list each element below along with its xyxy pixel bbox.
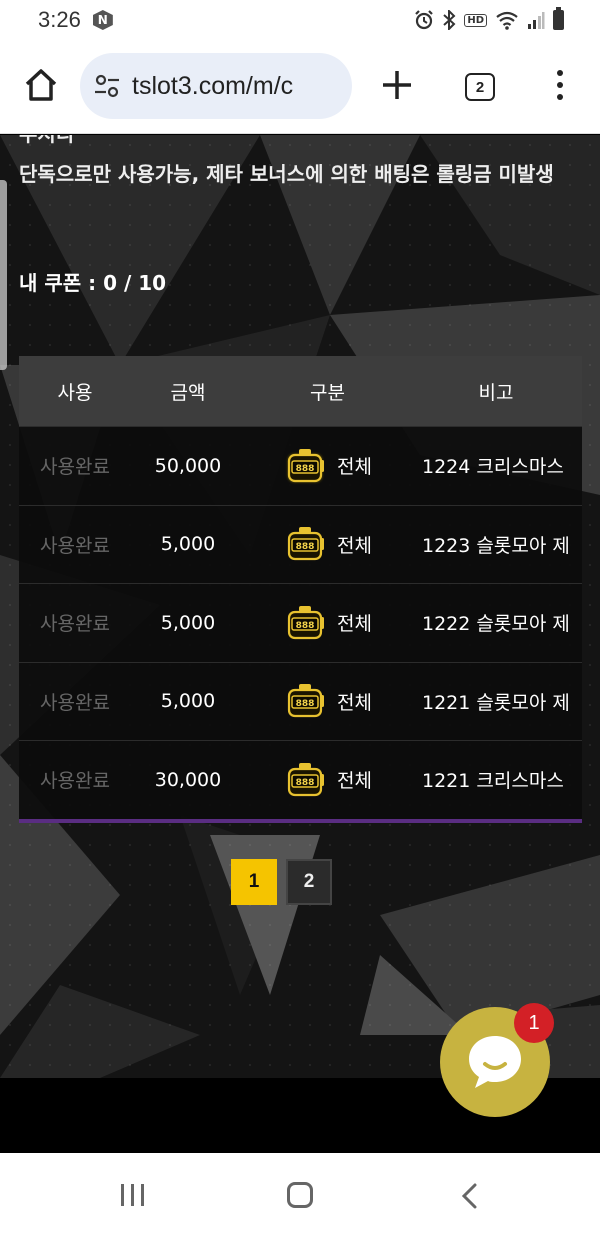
coupon-table: 사용 금액 구분 비고 사용완료 50,000 888 전체 1224 크리스마… (19, 356, 582, 823)
hd-voice-icon: HD (464, 13, 487, 27)
slot-machine-icon: 888 (287, 684, 325, 718)
table-header: 사용 금액 구분 비고 (19, 356, 582, 426)
battery-icon (553, 7, 564, 30)
type-label: 전체 (337, 613, 372, 636)
table-row: 사용완료 5,000 888 전체 1221 슬롯모아 제 (19, 661, 582, 740)
type-label: 전체 (337, 770, 372, 793)
amount-cell: 30,000 (154, 768, 222, 791)
status-cell: 사용완료 (40, 534, 110, 557)
note-cell: 1221 슬롯모아 제 (422, 691, 570, 714)
slot-machine-icon: 888 (287, 527, 325, 561)
status-cell: 사용완료 (40, 770, 110, 793)
wifi-icon (496, 11, 518, 30)
address-bar[interactable]: tslot3.com/m/c (80, 53, 352, 119)
table-bottom-border (19, 818, 582, 823)
svg-text:888: 888 (296, 778, 315, 788)
more-vert-icon[interactable] (549, 68, 571, 102)
coupon-count: 내 쿠폰 : 0 / 10 (19, 271, 167, 295)
note-cell: 1223 슬롯모아 제 (422, 534, 570, 557)
status-cell: 사용완료 (40, 613, 110, 636)
type-cell: 888 전체 (245, 603, 410, 643)
table-row: 사용완료 50,000 888 전체 1224 크리스마스 (19, 426, 582, 505)
table-row: 사용완료 30,000 888 전체 1221 크리스마스 (19, 740, 582, 819)
recents-icon[interactable] (121, 1184, 144, 1206)
status-icons: HD (414, 7, 564, 30)
note-cell: 1222 슬롯모아 제 (422, 613, 570, 636)
coupon-description: 단독으로만 사용가능, 제타 보너스에 의한 배팅은 롤링금 미발생 (19, 162, 554, 186)
cut-off-text: 주지디 (19, 135, 74, 149)
url-text[interactable]: tslot3.com/m/c (132, 72, 293, 101)
tune-icon[interactable] (92, 71, 122, 101)
chat-icon[interactable] (463, 1030, 527, 1094)
status-cell: 사용완료 (40, 691, 110, 714)
amount-cell: 50,000 (154, 454, 222, 477)
amount-cell: 5,000 (160, 533, 216, 556)
notification-n-icon: N (92, 10, 113, 30)
system-nav-bar (0, 1153, 600, 1233)
type-cell: 888 전체 (245, 681, 410, 721)
type-cell: 888 전체 (245, 760, 410, 800)
home-icon[interactable] (22, 66, 60, 104)
type-label: 전체 (337, 456, 372, 479)
status-bar: 3:26 N HD (0, 0, 600, 40)
scroll-indicator[interactable] (0, 180, 7, 370)
table-row: 사용완료 5,000 888 전체 1223 슬롯모아 제 (19, 504, 582, 583)
signal-icon (528, 12, 545, 29)
table-row: 사용완료 5,000 888 전체 1222 슬롯모아 제 (19, 583, 582, 662)
svg-text:888: 888 (296, 621, 315, 631)
type-label: 전체 (337, 691, 372, 714)
tabs-icon[interactable]: 2 (465, 73, 495, 101)
bluetooth-icon (443, 10, 456, 30)
slot-machine-icon: 888 (287, 605, 325, 639)
slot-machine-icon: 888 (287, 762, 325, 796)
type-cell: 888 전체 (245, 446, 410, 486)
type-label: 전체 (337, 534, 372, 557)
page-button-1[interactable]: 1 (231, 859, 277, 905)
type-cell: 888 전체 (245, 524, 410, 564)
svg-text:888: 888 (296, 542, 315, 552)
note-cell: 1224 크리스마스 (422, 456, 564, 479)
nav-home-icon[interactable] (287, 1182, 313, 1208)
svg-text:888: 888 (296, 464, 315, 474)
plus-icon[interactable] (380, 68, 414, 102)
page-button-2[interactable]: 2 (286, 859, 332, 905)
back-icon[interactable] (460, 1183, 480, 1209)
page-content: 주지디 단독으로만 사용가능, 제타 보너스에 의한 배팅은 롤링금 미발생 내… (0, 135, 600, 1153)
note-cell: 1221 크리스마스 (422, 770, 564, 793)
amount-cell: 5,000 (160, 611, 216, 634)
pagination: 1 2 (231, 859, 332, 905)
alarm-icon (415, 10, 434, 30)
amount-cell: 5,000 (160, 690, 216, 713)
status-cell: 사용완료 (40, 456, 110, 479)
header-note: 비고 (478, 381, 514, 404)
header-type: 구분 (310, 381, 345, 404)
header-use: 사용 (57, 381, 93, 404)
header-amount: 금액 (170, 381, 206, 404)
svg-text:888: 888 (296, 699, 315, 709)
slot-machine-icon: 888 (287, 448, 325, 482)
status-time: 3:26 (38, 7, 81, 32)
browser-toolbar: tslot3.com/m/c 2 (0, 40, 600, 134)
chat-unread-badge: 1 (514, 1003, 554, 1043)
